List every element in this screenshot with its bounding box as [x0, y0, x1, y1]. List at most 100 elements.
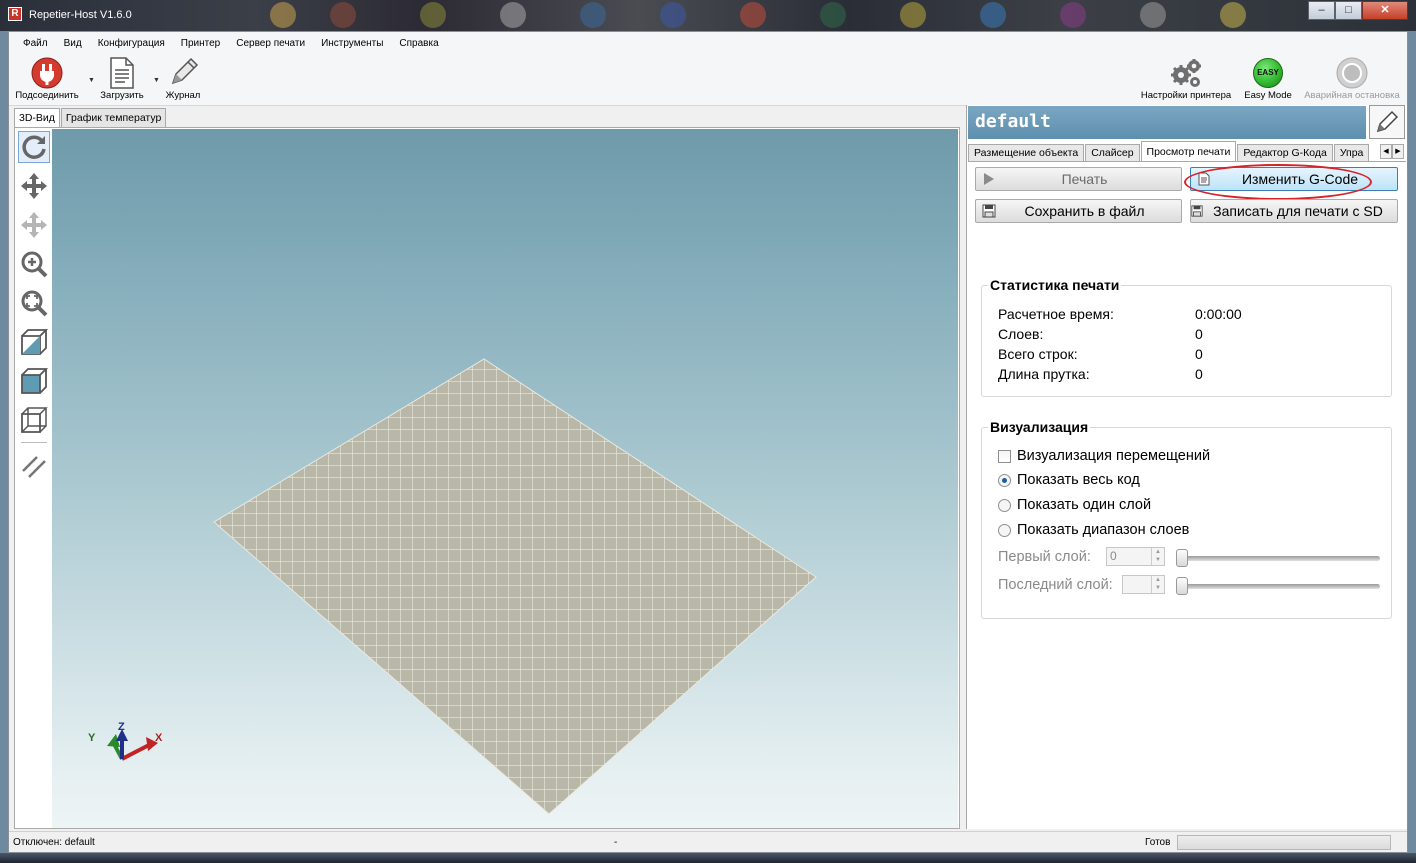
- connect-dropdown-icon[interactable]: ▼: [88, 77, 95, 84]
- visualization-title: Визуализация: [988, 419, 1091, 435]
- show-all-code-label: Показать весь код: [1017, 472, 1140, 488]
- stat-filament-length-label: Длина прутка:: [998, 366, 1090, 382]
- right-tabs: Размещение объекта Слайсер Просмотр печа…: [968, 141, 1406, 162]
- easy-mode-label: Easy Mode: [1244, 90, 1292, 101]
- show-one-layer-option[interactable]: Показать один слой: [998, 497, 1151, 513]
- last-layer-slider[interactable]: [1178, 584, 1380, 589]
- progress-bar: [1177, 835, 1391, 850]
- last-layer-slider-handle[interactable]: [1176, 577, 1188, 595]
- axis-z-label: Z: [118, 721, 125, 733]
- menu-print-server[interactable]: Сервер печати: [228, 38, 313, 49]
- taskbar-thumbnail: [420, 2, 446, 28]
- easy-mode-button[interactable]: EASY Easy Mode: [1241, 56, 1295, 101]
- edit-printer-button[interactable]: [1369, 105, 1405, 139]
- printer-settings-label: Настройки принтера: [1140, 90, 1232, 101]
- axis-y-label: Y: [88, 732, 96, 744]
- tab-scroll-right-icon[interactable]: ▶: [1392, 144, 1404, 159]
- taskbar-thumbnail: [1140, 2, 1166, 28]
- zoom-fit-icon[interactable]: [18, 287, 50, 319]
- connect-label: Подсоединить: [15, 90, 79, 101]
- tab-manual-control[interactable]: Упра: [1333, 144, 1370, 161]
- spinner-arrows-icon[interactable]: ▲ ▼: [1151, 548, 1164, 565]
- close-button[interactable]: ✕: [1362, 1, 1408, 20]
- taskbar-thumbnail: [1220, 2, 1246, 28]
- menu-tools[interactable]: Инструменты: [313, 38, 391, 49]
- taskbar-thumbnail: [820, 2, 846, 28]
- 3d-view-panel: Y X Z: [14, 127, 960, 829]
- front-view-icon[interactable]: [18, 365, 50, 397]
- power-plug-icon: [11, 56, 83, 90]
- show-all-code-radio[interactable]: [998, 473, 1011, 487]
- taskbar-thumbnail: [1060, 2, 1086, 28]
- menu-printer[interactable]: Принтер: [173, 38, 228, 49]
- menu-help[interactable]: Справка: [391, 38, 446, 49]
- menu-file[interactable]: Файл: [15, 38, 56, 49]
- maximize-button[interactable]: □: [1335, 1, 1362, 20]
- last-layer-label: Последний слой:: [998, 577, 1113, 593]
- parallel-projection-icon[interactable]: [18, 450, 50, 482]
- taskbar-thumbnail: [900, 2, 926, 28]
- move-icon[interactable]: [18, 170, 50, 202]
- show-layer-range-radio[interactable]: [998, 523, 1011, 537]
- menu-config[interactable]: Конфигурация: [90, 38, 173, 49]
- minimize-button[interactable]: –: [1308, 1, 1335, 20]
- print-button[interactable]: Печать: [975, 167, 1182, 191]
- first-layer-slider[interactable]: [1178, 556, 1380, 561]
- load-dropdown-icon[interactable]: ▼: [153, 77, 160, 84]
- show-all-code-option[interactable]: Показать весь код: [998, 472, 1140, 488]
- show-moves-label: Визуализация перемещений: [1017, 448, 1211, 464]
- save-file-button[interactable]: Сохранить в файл: [975, 199, 1182, 223]
- tab-print-preview[interactable]: Просмотр печати: [1140, 141, 1237, 161]
- write-sd-label: Записать для печати с SD: [1213, 203, 1383, 219]
- tab-object-placement[interactable]: Размещение объекта: [968, 144, 1085, 161]
- print-bed: Y X Z: [88, 358, 817, 815]
- first-layer-label: Первый слой:: [998, 549, 1091, 565]
- tab-slicer[interactable]: Слайсер: [1085, 144, 1140, 161]
- emergency-stop-label: Аварийная остановка: [1304, 90, 1400, 101]
- zoom-in-icon[interactable]: [18, 248, 50, 280]
- first-layer-spinner[interactable]: 0 ▲ ▼: [1106, 547, 1165, 566]
- stat-total-lines-value: 0: [1195, 346, 1203, 362]
- last-layer-spinner[interactable]: ▲ ▼: [1122, 575, 1165, 594]
- taskbar-thumbnail: [980, 2, 1006, 28]
- tab-temperature-graph[interactable]: График температур: [60, 108, 167, 127]
- show-layer-range-option[interactable]: Показать диапазон слоев: [998, 522, 1189, 538]
- stat-estimated-time-value: 0:00:00: [1195, 306, 1242, 322]
- spinner-arrows-icon[interactable]: ▲ ▼: [1151, 576, 1164, 593]
- rotate-icon[interactable]: [18, 131, 50, 163]
- write-sd-button[interactable]: Записать для печати с SD: [1190, 199, 1398, 223]
- save-file-label: Сохранить в файл: [1024, 203, 1145, 219]
- printer-settings-button[interactable]: Настройки принтера: [1135, 56, 1237, 101]
- load-label: Загрузить: [100, 90, 144, 101]
- axis-x-label: X: [155, 732, 163, 744]
- connection-status: Отключен: default: [13, 837, 95, 848]
- 3d-viewport[interactable]: Y X Z: [52, 129, 958, 828]
- app-icon[interactable]: R: [8, 7, 22, 21]
- log-button[interactable]: Журнал: [161, 56, 205, 101]
- move-object-icon[interactable]: [18, 209, 50, 241]
- show-moves-checkbox[interactable]: [998, 449, 1011, 463]
- os-taskbar: [0, 853, 1416, 863]
- tab-gcode-editor[interactable]: Редактор G-Кода: [1237, 144, 1333, 161]
- tab-3d-view[interactable]: 3D-Вид: [14, 108, 60, 128]
- view-toolbar: [15, 128, 52, 828]
- top-view-icon[interactable]: [18, 404, 50, 436]
- emergency-stop-button[interactable]: Аварийная остановка: [1299, 56, 1405, 101]
- first-layer-slider-handle[interactable]: [1176, 549, 1188, 567]
- easy-badge-icon: EASY: [1253, 58, 1283, 88]
- show-one-layer-radio[interactable]: [998, 498, 1011, 512]
- window-controls: – □ ✕: [1308, 1, 1408, 20]
- stat-filament-length-value: 0: [1195, 366, 1203, 382]
- show-moves-option[interactable]: Визуализация перемещений: [998, 448, 1210, 464]
- isometric-view-icon[interactable]: [18, 326, 50, 358]
- play-icon: [976, 172, 1002, 186]
- menu-view[interactable]: Вид: [56, 38, 90, 49]
- connect-button[interactable]: Подсоединить: [11, 56, 83, 101]
- document-icon: [97, 56, 147, 90]
- log-label: Журнал: [165, 90, 201, 101]
- gears-icon: [1135, 56, 1237, 90]
- stat-estimated-time-label: Расчетное время:: [998, 306, 1114, 322]
- app-window: Файл Вид Конфигурация Принтер Сервер печ…: [8, 31, 1408, 853]
- load-button[interactable]: Загрузить: [97, 56, 147, 101]
- tab-scroll-left-icon[interactable]: ◀: [1380, 144, 1392, 159]
